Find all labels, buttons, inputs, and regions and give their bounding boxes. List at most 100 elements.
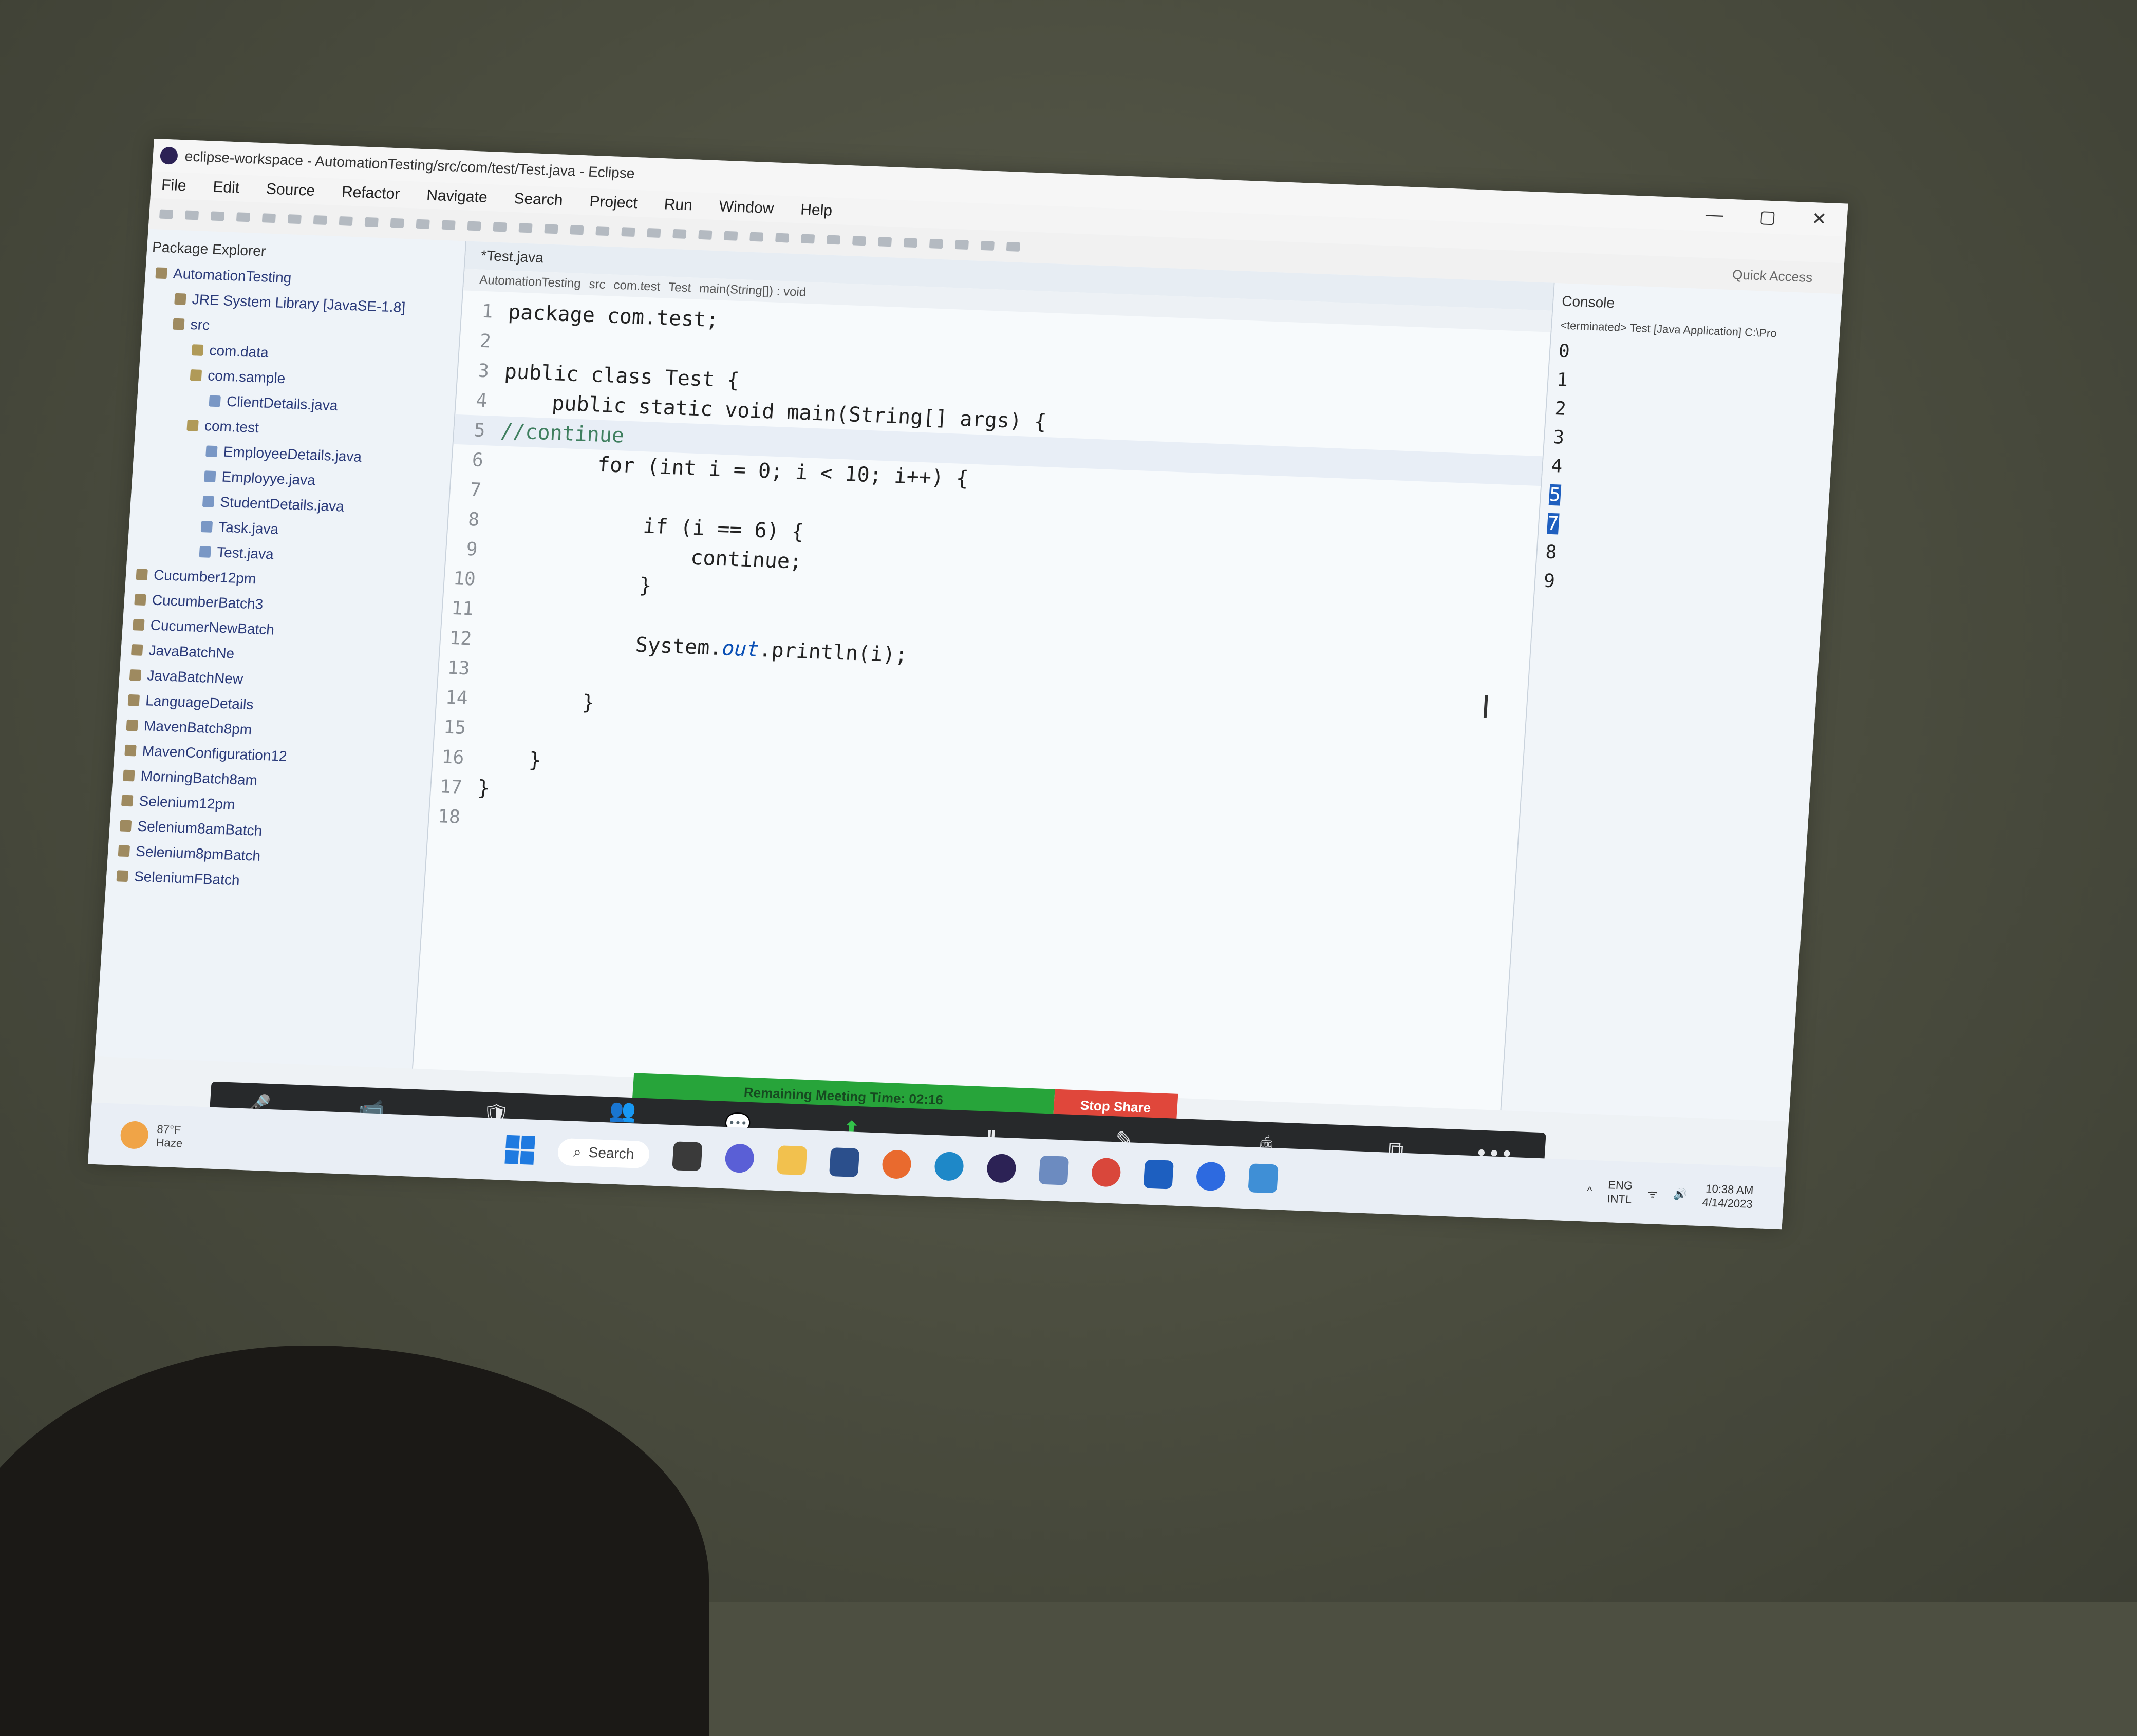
toolbar-icon[interactable]: [877, 237, 892, 247]
toolbar-icon[interactable]: [287, 214, 302, 224]
breadcrumb-item[interactable]: main(String[]) : void: [699, 281, 807, 300]
code-area[interactable]: I 1 package com.test; 2 3 public class Test …: [413, 290, 1550, 1110]
toolbar-icon[interactable]: [954, 240, 969, 250]
tree-item-label: JRE System Library [JavaSE-1.8]: [191, 291, 406, 315]
menu-navigate[interactable]: Navigate: [426, 186, 488, 206]
java-file-icon: [205, 445, 218, 457]
toolbar-icon[interactable]: [827, 235, 841, 245]
store-icon[interactable]: [829, 1147, 860, 1178]
breadcrumb-item[interactable]: Test: [668, 280, 691, 296]
eclipse-icon: [159, 146, 178, 165]
toolbar-icon[interactable]: [775, 233, 790, 243]
quick-access-field[interactable]: Quick Access: [1732, 267, 1844, 287]
toolbar-icon[interactable]: [518, 223, 533, 233]
toolbar-icon[interactable]: [261, 213, 276, 223]
edge-icon[interactable]: [934, 1151, 965, 1181]
taskbar-apps: ⌕ Search: [504, 1135, 1279, 1194]
toolbar-icon[interactable]: [929, 239, 944, 249]
breadcrumb-item[interactable]: src: [589, 277, 606, 292]
task-view-icon[interactable]: [672, 1141, 703, 1172]
toolbar-icon[interactable]: [184, 210, 199, 220]
windows-start-icon[interactable]: [504, 1135, 535, 1165]
toolbar-icon[interactable]: [544, 224, 558, 234]
tree-item-label: AutomationTesting: [173, 265, 292, 286]
word-icon[interactable]: [1143, 1159, 1174, 1190]
breadcrumb-item[interactable]: AutomationTesting: [479, 273, 581, 292]
toolbar-icon[interactable]: [980, 240, 995, 251]
line-number: 12: [448, 627, 473, 649]
tree-item-label: SeleniumFBatch: [134, 868, 240, 888]
toolbar-icon[interactable]: [852, 236, 867, 246]
toolbar-icon[interactable]: [903, 238, 918, 248]
weather-widget[interactable]: 87°F Haze: [89, 1120, 429, 1160]
language-indicator[interactable]: ENG: [1608, 1178, 1633, 1193]
wifi-icon[interactable]: ᯤ: [1647, 1185, 1658, 1201]
language-indicator-2: INTL: [1606, 1192, 1633, 1206]
project-icon: [118, 844, 130, 857]
toolbar-icon[interactable]: [493, 222, 507, 232]
menu-source[interactable]: Source: [266, 180, 315, 200]
menu-project[interactable]: Project: [589, 193, 638, 213]
taskbar-search[interactable]: ⌕ Search: [557, 1138, 651, 1168]
menu-help[interactable]: Help: [800, 201, 833, 219]
toolbar-icon[interactable]: [1006, 241, 1020, 252]
line-number: 17: [439, 776, 463, 798]
menu-file[interactable]: File: [161, 177, 186, 195]
toolbar-icon[interactable]: [724, 231, 738, 241]
clock[interactable]: 10:38 AM 4/14/2023: [1702, 1181, 1754, 1212]
line-number: 3: [477, 360, 490, 382]
tree-item-label: CucumberBatch3: [152, 592, 264, 612]
package-icon: [191, 344, 204, 356]
breadcrumb-item[interactable]: com.test: [613, 278, 661, 294]
notepad-icon[interactable]: [1248, 1163, 1279, 1194]
tree-item-label: Selenium8pmBatch: [135, 843, 261, 864]
tree-item-label: StudentDetails.java: [219, 493, 345, 515]
line-number: 7: [469, 479, 482, 501]
toolbar-icon[interactable]: [698, 230, 713, 240]
toolbar-icon[interactable]: [467, 221, 481, 231]
menu-window[interactable]: Window: [719, 198, 775, 217]
line-number: 2: [479, 330, 492, 352]
menu-refactor[interactable]: Refactor: [341, 183, 400, 203]
toolbar-icon[interactable]: [570, 225, 584, 235]
chat-app-icon[interactable]: [724, 1143, 756, 1174]
toolbar-icon[interactable]: [621, 227, 635, 237]
menu-search[interactable]: Search: [513, 190, 564, 210]
toolbar-icon[interactable]: [364, 217, 379, 227]
firefox-icon[interactable]: [882, 1149, 912, 1180]
volume-icon[interactable]: 🔊: [1673, 1187, 1688, 1201]
toolbar-icon[interactable]: [441, 220, 456, 230]
toolbar-icon[interactable]: [647, 228, 661, 238]
toolbar-icon[interactable]: [749, 232, 764, 242]
zoom-app-icon[interactable]: [1195, 1161, 1227, 1192]
maximize-button[interactable]: ▢: [1759, 206, 1777, 228]
toolbar-icon[interactable]: [672, 229, 687, 239]
minimize-button[interactable]: —: [1705, 204, 1724, 225]
toolbar-icon[interactable]: [595, 226, 610, 236]
file-explorer-icon[interactable]: [777, 1145, 808, 1176]
eclipse-taskbar-icon[interactable]: [986, 1153, 1017, 1183]
code-editor: *Test.java AutomationTesting src com.test T…: [413, 241, 1555, 1111]
project-icon: [133, 618, 145, 631]
toolbar-icon[interactable]: [210, 211, 225, 221]
toolbar-icon[interactable]: [801, 234, 815, 244]
menu-run[interactable]: Run: [664, 196, 693, 214]
menu-edit[interactable]: Edit: [212, 178, 240, 197]
toolbar-icon[interactable]: [313, 215, 327, 225]
toolbar-icon[interactable]: [339, 216, 353, 226]
toolbar-icon[interactable]: [416, 219, 430, 229]
close-button[interactable]: ✕: [1811, 209, 1827, 230]
line-number: 8: [467, 508, 480, 531]
console-value: 2: [1554, 398, 1567, 420]
network-app-icon[interactable]: [1038, 1155, 1070, 1185]
code-text: }: [482, 687, 595, 715]
console-value: 4: [1550, 455, 1563, 477]
chrome-icon[interactable]: [1091, 1157, 1122, 1187]
project-icon: [134, 593, 146, 606]
package-explorer-label: Package Explorer: [152, 239, 267, 259]
toolbar-icon[interactable]: [236, 212, 251, 222]
chevron-up-icon[interactable]: ^: [1586, 1184, 1592, 1198]
toolbar-icon[interactable]: [390, 218, 404, 228]
toolbar-icon[interactable]: [159, 209, 174, 219]
stop-share-label: Stop Share: [1080, 1097, 1152, 1116]
